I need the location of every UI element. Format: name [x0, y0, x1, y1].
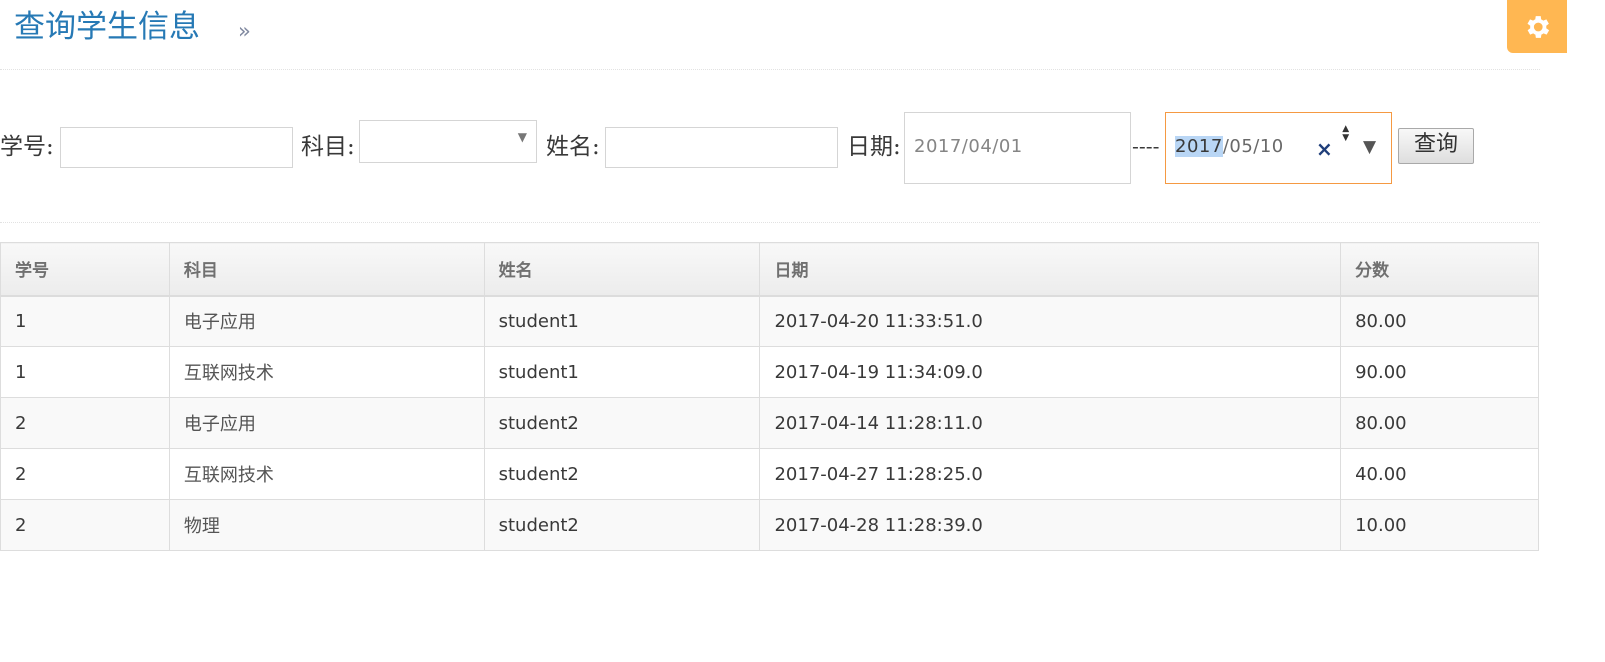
- results-table: 学号 科目 姓名 日期 分数 1 电子应用 student1 2017-04-2…: [0, 242, 1539, 551]
- table-header-row: 学号 科目 姓名 日期 分数: [0, 242, 1539, 297]
- cell-student-id: 2: [0, 397, 170, 449]
- cell-student-id: 1: [0, 346, 170, 398]
- cell-score: 80.00: [1340, 397, 1539, 449]
- cell-date: 2017-04-19 11:34:09.0: [759, 346, 1342, 398]
- cell-subject: 电子应用: [168, 295, 485, 347]
- page-title: 查询学生信息: [14, 9, 200, 45]
- chevron-down-icon: ▼: [517, 130, 527, 144]
- column-header-name[interactable]: 姓名: [483, 242, 761, 297]
- clear-date-icon[interactable]: ×: [1316, 137, 1333, 161]
- date-label: 日期:: [847, 134, 901, 160]
- table-row: 2 互联网技术 student2 2017-04-27 11:28:25.0 4…: [0, 448, 1539, 500]
- date-end-year-selected: 2017: [1175, 136, 1223, 157]
- cell-name: student2: [483, 397, 761, 449]
- cell-name: student1: [483, 346, 761, 398]
- column-header-student-id[interactable]: 学号: [0, 242, 170, 297]
- page: 查询学生信息 » 学号: 科目: ▼ 姓名: 日期: 2017/04/01 --…: [0, 0, 1605, 662]
- cell-student-id: 2: [0, 448, 170, 500]
- cell-student-id: 1: [0, 295, 170, 347]
- settings-button[interactable]: [1507, 0, 1567, 53]
- student-id-label: 学号:: [0, 134, 54, 160]
- name-label: 姓名:: [546, 134, 600, 160]
- form-divider: [0, 222, 1540, 223]
- subject-select[interactable]: ▼: [359, 120, 537, 163]
- date-spinner-icon[interactable]: ▲ ▼: [1339, 125, 1353, 147]
- date-start-input[interactable]: 2017/04/01: [904, 112, 1131, 184]
- query-button[interactable]: 查询: [1398, 128, 1474, 164]
- column-header-score[interactable]: 分数: [1340, 242, 1539, 297]
- calendar-dropdown-icon[interactable]: ▼: [1363, 135, 1377, 159]
- gear-icon: [1527, 15, 1550, 38]
- cell-score: 40.00: [1340, 448, 1539, 500]
- date-range-separator: ----: [1132, 136, 1160, 158]
- date-end-rest: /05/10: [1222, 136, 1284, 157]
- page-header: 查询学生信息 »: [0, 0, 1540, 70]
- cell-subject: 物理: [168, 499, 485, 551]
- student-id-input[interactable]: [60, 127, 293, 168]
- subject-label: 科目:: [301, 134, 355, 160]
- cell-score: 90.00: [1340, 346, 1539, 398]
- cell-subject: 电子应用: [168, 397, 485, 449]
- cell-date: 2017-04-27 11:28:25.0: [759, 448, 1342, 500]
- cell-student-id: 2: [0, 499, 170, 551]
- date-start-value: 2017/04/01: [914, 136, 1023, 157]
- name-input[interactable]: [605, 127, 838, 168]
- cell-subject: 互联网技术: [168, 448, 485, 500]
- cell-date: 2017-04-28 11:28:39.0: [759, 499, 1342, 551]
- cell-name: student2: [483, 448, 761, 500]
- cell-score: 10.00: [1340, 499, 1539, 551]
- table-row: 2 电子应用 student2 2017-04-14 11:28:11.0 80…: [0, 397, 1539, 449]
- breadcrumb-arrow-icon: »: [238, 19, 251, 43]
- search-form: 学号: 科目: ▼ 姓名: 日期: 2017/04/01 ---- 2017/0…: [0, 112, 1540, 188]
- cell-date: 2017-04-20 11:33:51.0: [759, 295, 1342, 347]
- cell-date: 2017-04-14 11:28:11.0: [759, 397, 1342, 449]
- table-row: 1 互联网技术 student1 2017-04-19 11:34:09.0 9…: [0, 346, 1539, 398]
- cell-name: student2: [483, 499, 761, 551]
- table-row: 2 物理 student2 2017-04-28 11:28:39.0 10.0…: [0, 499, 1539, 551]
- date-end-input[interactable]: 2017/05/10 × ▲ ▼ ▼: [1165, 112, 1392, 184]
- table-row: 1 电子应用 student1 2017-04-20 11:33:51.0 80…: [0, 295, 1539, 347]
- cell-name: student1: [483, 295, 761, 347]
- cell-score: 80.00: [1340, 295, 1539, 347]
- column-header-subject[interactable]: 科目: [168, 242, 485, 297]
- cell-subject: 互联网技术: [168, 346, 485, 398]
- column-header-date[interactable]: 日期: [759, 242, 1342, 297]
